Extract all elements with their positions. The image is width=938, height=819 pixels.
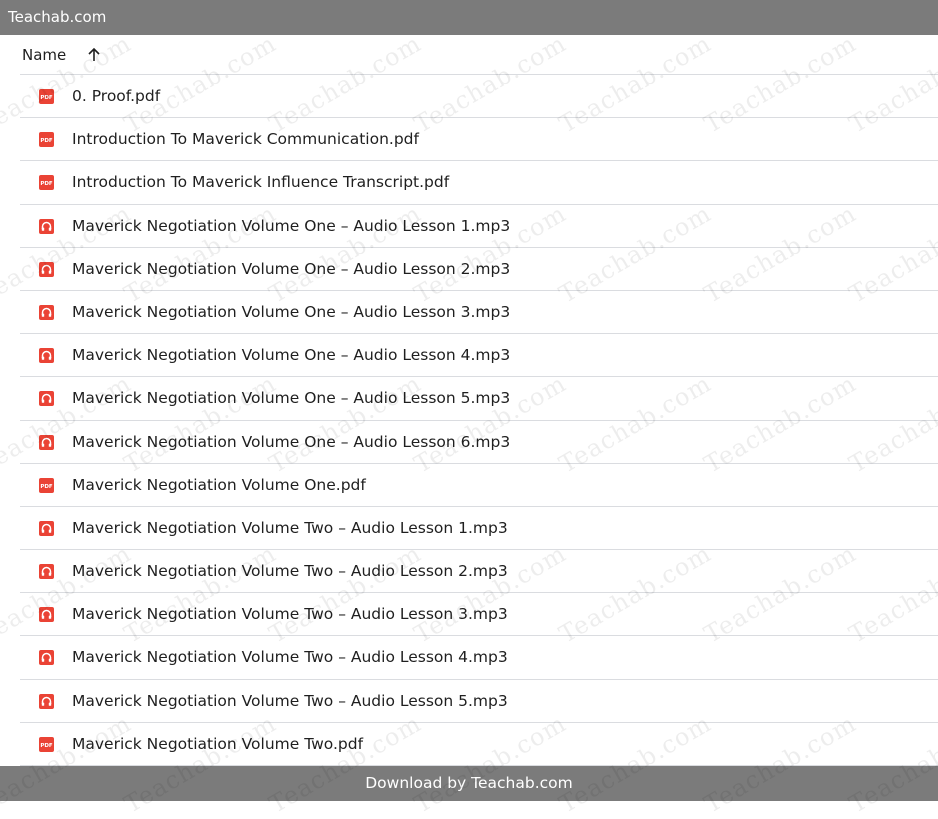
file-row[interactable]: Maverick Negotiation Volume One – Audio … [20,334,938,378]
file-row[interactable]: Maverick Negotiation Volume Two – Audio … [20,550,938,594]
arrow-up-icon[interactable] [87,47,101,63]
audio-file-icon [39,434,54,450]
audio-file-icon [39,348,54,364]
file-name[interactable]: Maverick Negotiation Volume One – Audio … [72,421,510,464]
audio-file-icon [39,218,54,234]
file-name[interactable]: Maverick Negotiation Volume Two – Audio … [72,636,508,679]
file-row[interactable]: Maverick Negotiation Volume Two – Audio … [20,507,938,551]
file-row[interactable]: Maverick Negotiation Volume Two – Audio … [20,680,938,723]
file-name[interactable]: Maverick Negotiation Volume Two.pdf [72,723,363,766]
file-name[interactable]: Maverick Negotiation Volume One – Audio … [72,377,510,420]
file-name[interactable]: Maverick Negotiation Volume Two – Audio … [72,550,508,593]
svg-text:PDF: PDF [40,181,53,187]
file-name[interactable]: Maverick Negotiation Volume One.pdf [72,464,366,507]
file-name[interactable]: Maverick Negotiation Volume Two – Audio … [72,593,508,636]
file-row[interactable]: Maverick Negotiation Volume Two – Audio … [20,636,938,680]
svg-text:PDF: PDF [40,95,53,101]
file-name[interactable]: Maverick Negotiation Volume One – Audio … [72,291,510,334]
file-name[interactable]: Maverick Negotiation Volume One – Audio … [72,248,510,291]
banner-title: Teachab.com [8,8,107,26]
file-row[interactable]: Maverick Negotiation Volume One – Audio … [20,291,938,335]
file-row[interactable]: PDF Maverick Negotiation Volume One.pdf [20,464,938,507]
file-row[interactable]: PDF Maverick Negotiation Volume Two.pdf [20,723,938,766]
audio-file-icon [39,650,54,666]
file-name[interactable]: Maverick Negotiation Volume Two – Audio … [72,680,508,723]
audio-file-icon [39,261,54,277]
audio-file-icon [39,391,54,407]
file-row[interactable]: Maverick Negotiation Volume One – Audio … [20,377,938,421]
file-name[interactable]: Maverick Negotiation Volume One – Audio … [72,205,510,248]
audio-file-icon [39,607,54,623]
file-name[interactable]: Maverick Negotiation Volume Two – Audio … [72,507,508,550]
file-row[interactable]: Maverick Negotiation Volume One – Audio … [20,248,938,291]
svg-text:PDF: PDF [40,138,53,144]
file-name[interactable]: Maverick Negotiation Volume One – Audio … [72,334,510,377]
file-row[interactable]: PDF Introduction To Maverick Influence Tr… [20,161,938,205]
pdf-file-icon: PDF [39,175,54,191]
audio-file-icon [39,564,54,580]
top-banner: Teachab.com [0,0,938,35]
name-column-header[interactable]: Name [22,35,66,75]
pdf-file-icon: PDF [39,89,54,104]
audio-file-icon [39,520,54,536]
file-row[interactable]: Maverick Negotiation Volume Two – Audio … [20,593,938,637]
audio-file-icon [39,693,54,709]
file-row[interactable]: PDF 0. Proof.pdf [20,75,938,119]
file-row[interactable]: Maverick Negotiation Volume One – Audio … [20,421,938,464]
file-row[interactable]: PDF Introduction To Maverick Communicatio… [20,118,938,162]
audio-file-icon [39,304,54,320]
file-name[interactable]: Introduction To Maverick Communication.p… [72,118,419,161]
file-row[interactable]: Maverick Negotiation Volume One – Audio … [20,205,938,248]
pdf-file-icon: PDF [39,736,54,752]
bottom-banner: Download by Teachab.com [0,766,938,801]
file-name[interactable]: 0. Proof.pdf [72,75,160,118]
svg-text:PDF: PDF [40,484,53,490]
pdf-file-icon: PDF [39,477,54,493]
file-list: PDF 0. Proof.pdf PDF Introduction To Maveri… [0,75,938,766]
svg-text:PDF: PDF [40,743,53,749]
column-header-row: Name [0,35,938,75]
file-name[interactable]: Introduction To Maverick Influence Trans… [72,161,449,204]
pdf-file-icon: PDF [39,132,54,148]
footer-text: Download by Teachab.com [365,774,573,792]
